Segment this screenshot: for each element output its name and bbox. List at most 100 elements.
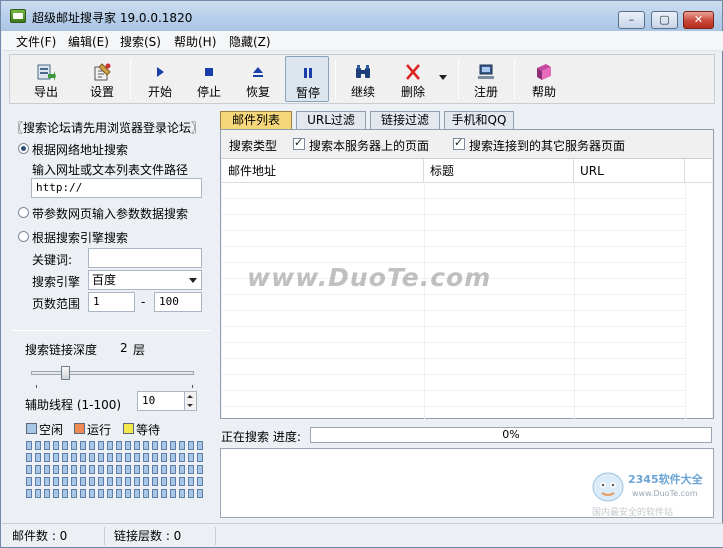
close-button[interactable]: ✕: [683, 11, 714, 29]
table-row[interactable]: [222, 215, 685, 231]
thread-cell: [161, 489, 167, 498]
table-row[interactable]: [222, 343, 685, 359]
thread-cell: [71, 441, 77, 450]
help-button[interactable]: 帮助: [522, 56, 566, 102]
stop-button[interactable]: 停止: [187, 56, 231, 102]
thread-cell: [134, 441, 140, 450]
column-title[interactable]: 标题: [424, 159, 574, 183]
column-email[interactable]: 邮件地址: [222, 159, 424, 183]
toolbar-separator: [130, 59, 131, 99]
page-to-input[interactable]: 100: [154, 292, 202, 312]
page-from-input[interactable]: 1: [88, 292, 135, 312]
pause-button[interactable]: 暂停: [285, 56, 329, 102]
searching-label: 正在搜索 进度:: [221, 430, 301, 444]
checkbox-other-server[interactable]: [453, 136, 465, 150]
page-range-dash: -: [141, 295, 146, 309]
radio-param-search[interactable]: [18, 207, 29, 218]
play-icon: [157, 67, 164, 77]
thread-cell: [98, 441, 104, 450]
thread-cell: [107, 477, 113, 486]
start-button[interactable]: 开始: [138, 56, 182, 102]
thread-cell: [125, 465, 131, 474]
depth-slider-thumb[interactable]: [61, 366, 70, 380]
thread-cell: [170, 453, 176, 462]
radio-engine-search[interactable]: [18, 231, 29, 242]
thread-cell: [125, 477, 131, 486]
threads-input[interactable]: 10: [137, 391, 185, 411]
thread-cell: [161, 453, 167, 462]
menu-help[interactable]: 帮助(H): [174, 33, 216, 50]
keyword-input[interactable]: [88, 248, 202, 268]
delete-button[interactable]: 删除: [391, 56, 435, 102]
depth-slider-track[interactable]: [31, 371, 194, 375]
menu-bar: 文件(F) 编辑(E) 搜索(S) 帮助(H) 隐藏(Z): [2, 31, 723, 51]
thread-cell: [71, 489, 77, 498]
chevron-down-icon: [189, 278, 197, 283]
slider-tick: [192, 385, 193, 388]
radio-url-search[interactable]: [18, 143, 29, 154]
settings-button[interactable]: 设置: [80, 56, 124, 102]
menu-search[interactable]: 搜索(S): [120, 33, 161, 50]
thread-cell: [170, 465, 176, 474]
thread-cell: [143, 441, 149, 450]
menu-edit[interactable]: 编辑(E): [68, 33, 109, 50]
thread-cell: [134, 477, 140, 486]
tab-link-filter[interactable]: 链接过滤: [370, 111, 440, 129]
table-row[interactable]: [222, 391, 685, 407]
delete-x-icon: [406, 64, 420, 80]
table-row[interactable]: [222, 359, 685, 375]
continue-button[interactable]: 继续: [341, 56, 385, 102]
thread-cell: [116, 441, 122, 450]
site-logo: 2345软件大全 www.DuoTe.com 国内最安全的软件站: [592, 472, 704, 518]
delete-dropdown-icon[interactable]: [439, 75, 447, 81]
divider: [11, 330, 211, 331]
stop-icon: [205, 68, 213, 76]
tab-phone-qq[interactable]: 手机和QQ: [444, 111, 514, 129]
table-row[interactable]: [222, 295, 685, 311]
thread-cell: [116, 453, 122, 462]
thread-cell: [152, 489, 158, 498]
table-row[interactable]: [222, 231, 685, 247]
checkbox-other-server-label: 搜索连接到的其它服务器页面: [469, 139, 626, 153]
maximize-button[interactable]: ▢: [651, 11, 678, 29]
column-divider: [574, 183, 575, 419]
table-row[interactable]: [222, 199, 685, 215]
thread-cell: [89, 477, 95, 486]
tab-url-filter[interactable]: URL过滤: [296, 111, 366, 129]
thread-cell: [134, 453, 140, 462]
thread-cell: [188, 489, 194, 498]
column-url[interactable]: URL: [574, 159, 685, 183]
thread-cell: [179, 477, 185, 486]
resume-button[interactable]: 恢复: [236, 56, 280, 102]
table-row[interactable]: [222, 183, 685, 199]
checkbox-this-server[interactable]: [293, 136, 305, 150]
mail-list-view[interactable]: 邮件地址 标题 URL www.DuoTe.com: [222, 158, 712, 419]
keyword-label: 关键词:: [32, 253, 73, 267]
menu-file[interactable]: 文件(F): [16, 33, 56, 50]
menu-hide[interactable]: 隐藏(Z): [229, 33, 271, 50]
thread-cell: [71, 465, 77, 474]
thread-cell: [62, 441, 68, 450]
export-button[interactable]: 导出: [24, 56, 68, 102]
continue-label: 继续: [350, 85, 375, 99]
register-button[interactable]: 注册: [464, 56, 508, 102]
thread-cell: [80, 453, 86, 462]
stop-label: 停止: [196, 85, 221, 99]
thread-cell: [98, 489, 104, 498]
table-row[interactable]: [222, 327, 685, 343]
minimize-button[interactable]: –: [618, 11, 645, 29]
thread-cell: [179, 453, 185, 462]
table-row[interactable]: [222, 375, 685, 391]
list-header: 邮件地址 标题 URL: [222, 159, 712, 183]
thread-cell: [116, 477, 122, 486]
toolbar-separator: [458, 59, 459, 99]
tab-mail-list[interactable]: 邮件列表: [220, 111, 292, 129]
thread-cell: [35, 477, 41, 486]
url-input[interactable]: http://: [31, 178, 202, 198]
table-row[interactable]: [222, 311, 685, 327]
engine-select[interactable]: 百度: [88, 270, 202, 290]
table-row[interactable]: [222, 247, 685, 263]
progress-text: 0%: [502, 428, 520, 441]
thread-cell: [80, 465, 86, 474]
threads-spinner[interactable]: [184, 391, 197, 411]
